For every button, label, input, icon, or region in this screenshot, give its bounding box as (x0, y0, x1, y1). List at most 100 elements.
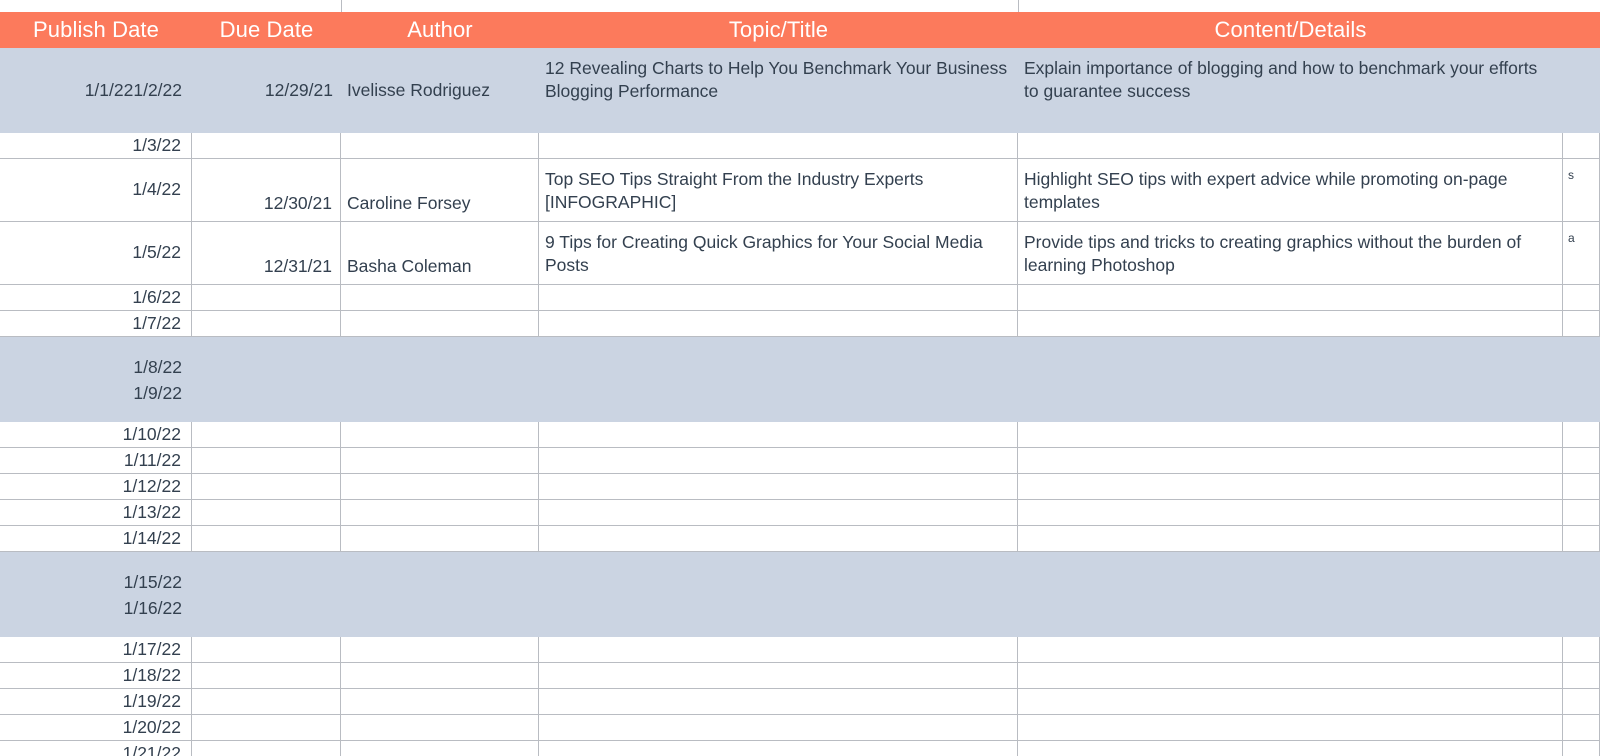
table-row[interactable]: 1/21/22 (0, 741, 1600, 756)
table-row[interactable]: 1/7/22 (0, 311, 1600, 337)
cell-due-date[interactable] (192, 500, 341, 526)
cell-due-date[interactable] (192, 663, 341, 689)
cell-topic-title[interactable]: 9 Tips for Creating Quick Graphics for Y… (539, 222, 1018, 285)
table-row[interactable]: 1/14/22 (0, 526, 1600, 552)
cell-content-details[interactable] (1018, 741, 1563, 756)
cell-topic-title[interactable] (539, 500, 1018, 526)
cell-content-details[interactable] (1018, 422, 1563, 448)
cell-publish-date[interactable]: 1/14/22 (0, 526, 192, 552)
cell-publish-date[interactable]: 1/19/22 (0, 689, 192, 715)
cell-content-details[interactable] (1018, 474, 1563, 500)
cell-author[interactable] (341, 500, 539, 526)
cell-content-details[interactable] (1018, 337, 1563, 422)
cell-topic-title[interactable] (539, 526, 1018, 552)
cell-content-details[interactable] (1018, 715, 1563, 741)
cell-author[interactable] (341, 133, 539, 159)
table-row[interactable]: 1/10/22 (0, 422, 1600, 448)
cell-publish-date[interactable]: 1/1/221/2/22 (0, 48, 192, 133)
cell-author[interactable] (341, 663, 539, 689)
cell-next-column[interactable] (1563, 500, 1600, 526)
table-row[interactable]: 1/19/22 (0, 689, 1600, 715)
cell-publish-date[interactable]: 1/12/22 (0, 474, 192, 500)
column-header-author[interactable]: Author (341, 12, 539, 48)
cell-next-column[interactable] (1563, 715, 1600, 741)
table-row[interactable]: 1/11/22 (0, 448, 1600, 474)
cell-topic-title[interactable] (539, 337, 1018, 422)
column-header-topic-title[interactable]: Topic/Title (539, 12, 1018, 48)
cell-publish-date[interactable]: 1/13/22 (0, 500, 192, 526)
cell-publish-date[interactable]: 1/4/22 (0, 159, 192, 222)
cell-due-date[interactable]: 12/29/21 (192, 48, 341, 133)
table-row[interactable]: 1/8/22 1/9/22 (0, 337, 1600, 422)
cell-publish-date[interactable]: 1/3/22 (0, 133, 192, 159)
table-row[interactable]: 1/4/22 12/30/21 Caroline Forsey Top SEO Tip… (0, 159, 1600, 222)
cell-author[interactable]: Caroline Forsey (341, 159, 539, 222)
cell-author[interactable] (341, 474, 539, 500)
cell-content-details[interactable]: Highlight SEO tips with expert advice wh… (1018, 159, 1563, 222)
column-header-publish-date[interactable]: Publish Date (0, 12, 192, 48)
cell-topic-title[interactable] (539, 689, 1018, 715)
cell-topic-title[interactable] (539, 422, 1018, 448)
cell-next-column[interactable] (1563, 448, 1600, 474)
cell-author[interactable] (341, 337, 539, 422)
cell-due-date[interactable] (192, 715, 341, 741)
cell-due-date[interactable]: 12/30/21 (192, 159, 341, 222)
cell-publish-date[interactable]: 1/6/22 (0, 285, 192, 311)
cell-author[interactable] (341, 637, 539, 663)
cell-content-details[interactable]: Explain importance of blogging and how t… (1018, 48, 1563, 133)
table-row[interactable]: 1/15/22 1/16/22 (0, 552, 1600, 637)
cell-content-details[interactable] (1018, 133, 1563, 159)
cell-content-details[interactable] (1018, 689, 1563, 715)
cell-topic-title[interactable] (539, 663, 1018, 689)
cell-author[interactable] (341, 741, 539, 756)
cell-due-date[interactable] (192, 474, 341, 500)
cell-content-details[interactable] (1018, 552, 1563, 637)
cell-author[interactable] (341, 526, 539, 552)
cell-author[interactable]: Basha Coleman (341, 222, 539, 285)
cell-next-column[interactable]: s (1563, 159, 1600, 222)
cell-publish-date[interactable]: 1/15/22 1/16/22 (0, 552, 192, 637)
cell-topic-title[interactable]: 12 Revealing Charts to Help You Benchmar… (539, 48, 1018, 133)
cell-author[interactable] (341, 448, 539, 474)
cell-next-column[interactable] (1563, 133, 1600, 159)
cell-due-date[interactable] (192, 285, 341, 311)
cell-topic-title[interactable] (539, 715, 1018, 741)
cell-publish-date[interactable]: 1/17/22 (0, 637, 192, 663)
cell-topic-title[interactable] (539, 133, 1018, 159)
cell-publish-date[interactable]: 1/10/22 (0, 422, 192, 448)
cell-content-details[interactable] (1018, 500, 1563, 526)
cell-publish-date[interactable]: 1/5/22 (0, 222, 192, 285)
cell-due-date[interactable] (192, 448, 341, 474)
cell-next-column[interactable] (1563, 637, 1600, 663)
cell-next-column[interactable] (1563, 337, 1600, 422)
cell-next-column[interactable] (1563, 474, 1600, 500)
cell-due-date[interactable] (192, 689, 341, 715)
cell-due-date[interactable]: 12/31/21 (192, 222, 341, 285)
cell-author[interactable] (341, 422, 539, 448)
column-header-next-column[interactable] (1563, 12, 1600, 48)
cell-next-column[interactable] (1563, 48, 1600, 133)
cell-due-date[interactable] (192, 337, 341, 422)
cell-next-column[interactable] (1563, 526, 1600, 552)
cell-publish-date[interactable]: 1/8/22 1/9/22 (0, 337, 192, 422)
cell-topic-title[interactable] (539, 552, 1018, 637)
cell-due-date[interactable] (192, 133, 341, 159)
table-row[interactable]: 1/13/22 (0, 500, 1600, 526)
cell-content-details[interactable] (1018, 448, 1563, 474)
cell-author[interactable] (341, 715, 539, 741)
cell-next-column[interactable] (1563, 422, 1600, 448)
cell-topic-title[interactable] (539, 741, 1018, 756)
table-row[interactable]: 1/17/22 (0, 637, 1600, 663)
cell-author[interactable] (341, 689, 539, 715)
cell-publish-date[interactable]: 1/21/22 (0, 741, 192, 756)
cell-topic-title[interactable] (539, 474, 1018, 500)
cell-content-details[interactable] (1018, 663, 1563, 689)
table-row[interactable]: 1/1/221/2/22 12/29/21 Ivelisse Rodriguez 12… (0, 48, 1600, 133)
cell-due-date[interactable] (192, 637, 341, 663)
cell-due-date[interactable] (192, 422, 341, 448)
cell-next-column[interactable] (1563, 689, 1600, 715)
cell-due-date[interactable] (192, 526, 341, 552)
cell-publish-date[interactable]: 1/7/22 (0, 311, 192, 337)
cell-content-details[interactable] (1018, 526, 1563, 552)
cell-author[interactable] (341, 552, 539, 637)
